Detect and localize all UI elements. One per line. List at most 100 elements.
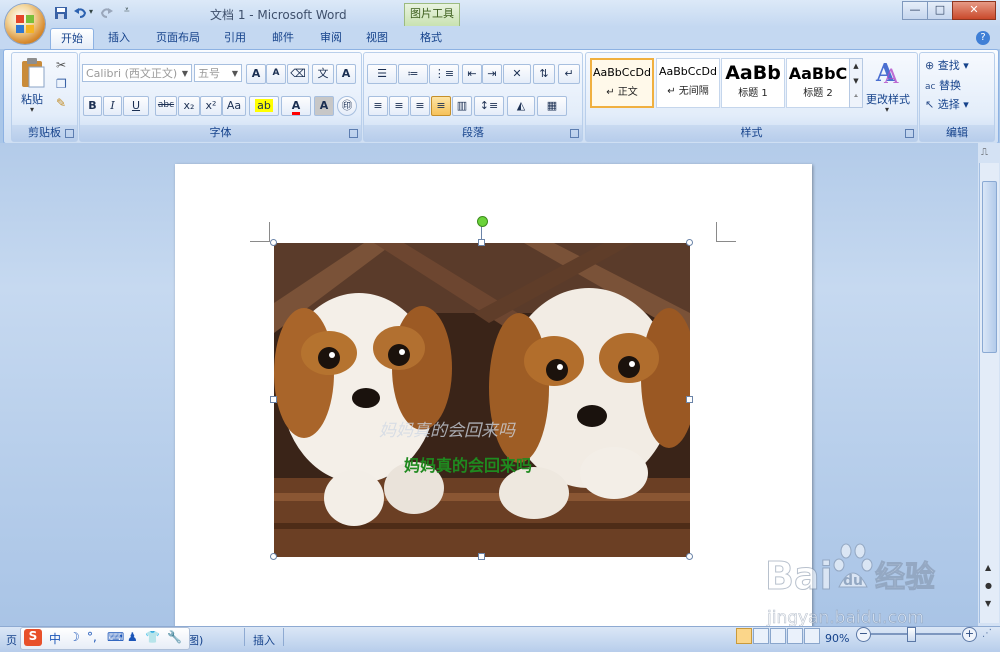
change-case-button[interactable]: Aa (222, 96, 246, 116)
customize-qat-icon[interactable]: ⩡ (124, 5, 130, 16)
align-center-button[interactable]: ≡ (389, 96, 409, 116)
view-ruler-icon[interactable]: ⎍ (981, 147, 988, 158)
numbering-button[interactable]: ≔ (398, 64, 428, 84)
enclose-char-button[interactable]: ㊞ (337, 96, 357, 116)
vertical-scrollbar[interactable]: ▲ ● ▼ (979, 163, 999, 623)
zoom-slider[interactable] (871, 627, 961, 642)
maximize-button[interactable]: □ (927, 1, 953, 20)
view-print-layout-button[interactable] (736, 628, 752, 644)
scroll-up-icon[interactable]: ▲ (985, 563, 991, 572)
style-no-spacing[interactable]: AaBbCcDd ↵ 无间隔 (656, 58, 720, 108)
clear-format-button[interactable]: ⌫ (287, 64, 309, 84)
style-heading-2[interactable]: AaBbC 标题 2 (786, 58, 850, 108)
resize-handle-sw[interactable] (270, 553, 277, 560)
ime-toolbar[interactable]: S 中 ☽ °, ⌨ ♟ 👕 🔧 (20, 627, 190, 650)
resize-handle-nw[interactable] (270, 239, 277, 246)
font-launcher-icon[interactable] (349, 129, 358, 138)
increase-indent-button[interactable]: ⇥ (482, 64, 502, 84)
select-button[interactable]: ↖ 选择 ▾ (925, 96, 969, 112)
align-left-button[interactable]: ≡ (368, 96, 388, 116)
style-normal[interactable]: AaBbCcDd ↵ 正文 (590, 58, 654, 108)
change-styles-icon[interactable]: AA (873, 57, 903, 87)
char-shading-button[interactable]: A (314, 96, 334, 116)
zoom-level[interactable]: 90% (825, 632, 849, 645)
view-full-screen-reading-button[interactable] (753, 628, 769, 644)
help-icon[interactable]: ? (976, 31, 990, 45)
copy-icon[interactable]: ❐ (56, 77, 67, 91)
format-painter-icon[interactable]: ✎ (56, 96, 66, 110)
tab-review[interactable]: 审阅 (311, 28, 351, 49)
resize-handle-ne[interactable] (686, 239, 693, 246)
view-draft-button[interactable] (804, 628, 820, 644)
style-heading-1[interactable]: AaBb 标题 1 (721, 58, 785, 108)
clipboard-launcher-icon[interactable] (65, 129, 74, 138)
zoom-out-icon[interactable]: − (856, 627, 871, 642)
ime-chinese-mode-icon[interactable]: 中 (49, 630, 61, 647)
undo-dropdown-icon[interactable]: ▾ (89, 7, 93, 16)
zoom-slider-thumb[interactable] (907, 627, 916, 642)
chinese-layout-button[interactable]: ✕ (503, 64, 531, 84)
distributed-button[interactable]: ▥ (452, 96, 472, 116)
superscript-button[interactable]: x² (200, 96, 222, 116)
tab-insert[interactable]: 插入 (98, 28, 140, 49)
tab-format[interactable]: 格式 (410, 28, 452, 49)
ime-skin-icon[interactable]: 👕 (145, 630, 160, 644)
subscript-button[interactable]: x₂ (178, 96, 200, 116)
show-marks-button[interactable]: ↵ (558, 64, 580, 84)
multilevel-list-button[interactable]: ⋮≡ (429, 64, 459, 84)
ime-punctuation-icon[interactable]: °, (87, 630, 97, 644)
bullets-button[interactable]: ☰ (367, 64, 397, 84)
char-border-button[interactable]: A (336, 64, 356, 84)
font-color-button[interactable]: A (281, 96, 311, 116)
align-right-button[interactable]: ≡ (410, 96, 430, 116)
insert-mode-indicator[interactable]: 插入 (253, 632, 275, 648)
tab-mailings[interactable]: 邮件 (263, 28, 303, 49)
resize-handle-w[interactable] (270, 396, 277, 403)
paste-dropdown-icon[interactable]: ▾ (30, 105, 34, 114)
bold-button[interactable]: B (83, 96, 102, 116)
redo-icon[interactable] (99, 5, 115, 21)
paste-icon[interactable] (20, 57, 46, 89)
justify-button[interactable]: ≡ (431, 96, 451, 116)
resize-handle-s[interactable] (478, 553, 485, 560)
resize-handle-se[interactable] (686, 553, 693, 560)
italic-button[interactable]: I (103, 96, 122, 116)
ime-tools-icon[interactable]: 🔧 (167, 630, 182, 644)
close-button[interactable]: ✕ (952, 1, 996, 20)
resize-handle-n[interactable] (478, 239, 485, 246)
undo-icon[interactable] (72, 5, 88, 21)
tab-view[interactable]: 视图 (357, 28, 397, 49)
inserted-picture[interactable]: 妈妈真的会回来吗 妈妈真的会回来吗 (274, 243, 690, 557)
underline-button[interactable]: U (123, 96, 149, 116)
sort-button[interactable]: ⇅ (533, 64, 555, 84)
shading-button[interactable]: ◭ (507, 96, 535, 116)
sogou-logo-icon[interactable]: S (24, 629, 42, 646)
minimize-button[interactable]: — (902, 1, 928, 20)
ime-halfwidth-icon[interactable]: ☽ (69, 630, 80, 644)
view-outline-button[interactable] (787, 628, 803, 644)
view-web-layout-button[interactable] (770, 628, 786, 644)
paragraph-launcher-icon[interactable] (570, 129, 579, 138)
text-highlight-button[interactable]: ab (249, 96, 279, 116)
resize-handle-e[interactable] (686, 396, 693, 403)
scrollbar-thumb[interactable] (982, 181, 997, 353)
scroll-down-icon[interactable]: ▼ (985, 599, 991, 608)
zoom-in-icon[interactable]: + (962, 627, 977, 642)
phonetic-guide-button[interactable]: 文 (312, 64, 334, 84)
shrink-font-button[interactable]: A (266, 64, 286, 84)
font-size-combo[interactable]: 五号 ▼ (194, 64, 242, 82)
tab-references[interactable]: 引用 (215, 28, 255, 49)
styles-gallery-scroll[interactable]: ▲ ▼ ⩡ (849, 58, 863, 108)
styles-launcher-icon[interactable] (905, 129, 914, 138)
ime-keyboard-icon[interactable]: ⌨ (107, 630, 124, 644)
font-name-combo[interactable]: Calibri (西文正文) ▼ (82, 64, 192, 82)
rotate-handle[interactable] (477, 216, 488, 227)
grow-font-button[interactable]: A (246, 64, 266, 84)
save-icon[interactable] (53, 5, 69, 21)
decrease-indent-button[interactable]: ⇤ (462, 64, 482, 84)
find-button[interactable]: ⊕ 查找 ▾ (925, 57, 969, 73)
tab-page-layout[interactable]: 页面布局 (147, 28, 209, 49)
browse-object-icon[interactable]: ● (985, 581, 992, 590)
borders-button[interactable]: ▦ (537, 96, 567, 116)
tab-home[interactable]: 开始 (50, 28, 94, 50)
